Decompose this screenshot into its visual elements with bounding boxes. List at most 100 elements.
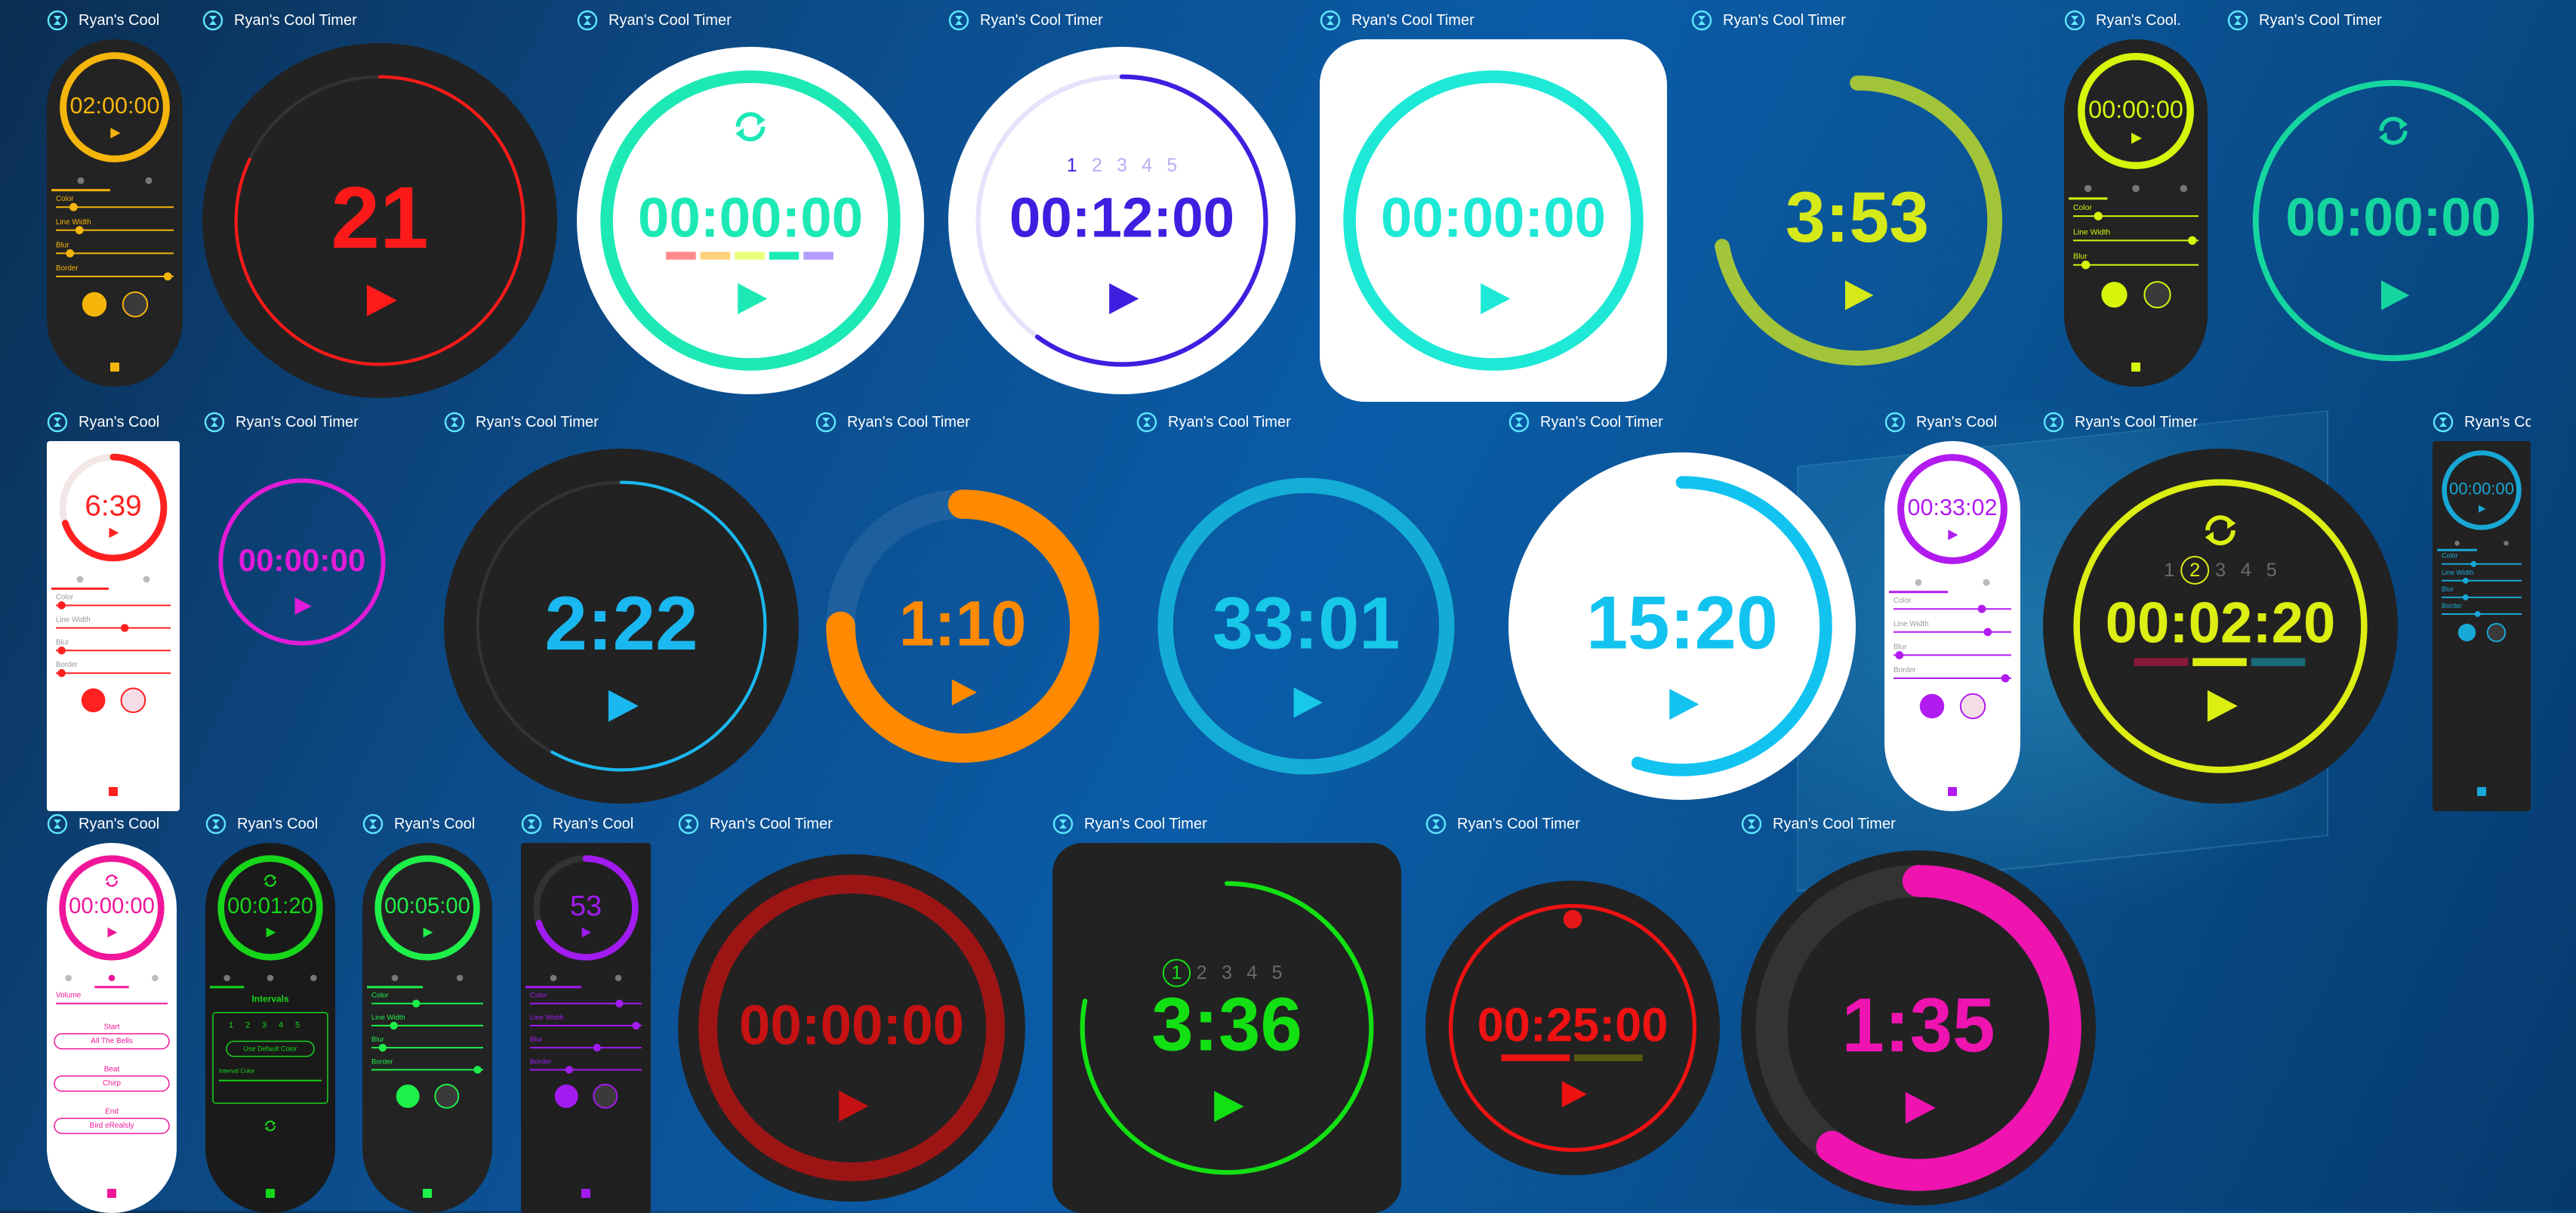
timer-face[interactable]: 00:33:02 Color Line Width Blur Border — [1884, 441, 2020, 811]
contrast-button[interactable] — [2143, 281, 2171, 309]
slider-thumb[interactable] — [593, 1044, 601, 1052]
timer-face[interactable]: 00:00:00 — [577, 39, 924, 402]
slider-thumb[interactable] — [390, 1021, 398, 1030]
tab-volume-icon[interactable] — [143, 576, 150, 583]
play-button[interactable] — [1844, 280, 1874, 310]
timer-face[interactable]: 00:00:00 — [1320, 39, 1667, 402]
window-title-bar[interactable]: Ryan's Cool — [2433, 411, 2531, 434]
tab-volume-icon[interactable] — [2504, 540, 2509, 546]
timer-window[interactable]: Ryan's Cool 00:00:00 Volume Start All The Be… — [47, 813, 177, 1213]
timer-face[interactable]: 1 2 3 4 5 3:36 — [1052, 843, 1401, 1213]
tab-palette-icon[interactable] — [65, 974, 72, 982]
timer-window[interactable]: Ryan's Cool Timer 00:00:00 — [2227, 9, 2559, 402]
window-title-bar[interactable]: Ryan's Cool Timer — [444, 411, 799, 434]
interval-step[interactable]: 3 — [1117, 156, 1127, 176]
window-title-bar[interactable]: Ryan's Cool. — [2064, 9, 2208, 32]
interval-step[interactable]: 4 — [279, 1021, 283, 1030]
timer-window[interactable]: Ryan's Cool Timer 2:22 — [444, 411, 799, 811]
timer-face[interactable]: 00:01:20 Intervals 1 2 3 4 5 Use Default Color I… — [205, 843, 335, 1213]
slider-thumb[interactable] — [66, 249, 75, 258]
slider-thumb[interactable] — [57, 601, 66, 610]
tab-palette-icon[interactable] — [2084, 184, 2092, 193]
interval-step[interactable]: 4 — [1246, 962, 1257, 983]
window-title-bar[interactable]: Ryan's Cool Timer — [1508, 411, 1856, 434]
interval-step[interactable]: 2 — [245, 1021, 250, 1030]
tab-hourglass-icon[interactable] — [310, 974, 317, 982]
timer-window[interactable]: Ryan's Cool Timer 00:00:00 — [1320, 9, 1667, 402]
timer-window[interactable]: Ryan's Cool 6:39 Color Line Width Blur Border — [47, 411, 180, 811]
window-title-bar[interactable]: Ryan's Cool — [47, 813, 177, 835]
slider-thumb[interactable] — [75, 226, 84, 235]
save-icon[interactable] — [2477, 787, 2486, 796]
save-icon[interactable] — [1948, 787, 1957, 796]
timer-face[interactable]: 00:00:00 — [678, 843, 1025, 1213]
window-title-bar[interactable]: Ryan's Cool Timer — [1136, 411, 1476, 434]
slider-thumb[interactable] — [2001, 674, 2010, 683]
timer-face[interactable]: 1:35 — [1741, 843, 2096, 1213]
timer-face[interactable]: 00:00:00 Volume Start All The Bells Beat Chir… — [47, 843, 177, 1213]
theme-color-button[interactable] — [81, 688, 106, 713]
timer-face[interactable]: 2:22 — [444, 441, 799, 811]
theme-color-button[interactable] — [2457, 623, 2476, 642]
save-icon[interactable] — [110, 363, 119, 372]
timer-window[interactable]: Ryan's Cool 00:33:02 Color Line Width Blur Bo… — [1884, 411, 2020, 811]
timer-face[interactable]: 33:01 — [1136, 441, 1476, 811]
timer-face[interactable]: 00:00:00 — [2227, 39, 2559, 402]
interval-step[interactable]: 2 — [2189, 560, 2200, 581]
timer-window[interactable]: Ryan's Cool Timer 1 2 3 4 5 00:12:00 — [948, 9, 1296, 402]
play-button[interactable] — [1293, 687, 1323, 718]
interval-step[interactable]: 5 — [2266, 560, 2277, 581]
interval-step[interactable]: 1 — [1067, 156, 1077, 176]
window-title-bar[interactable]: Ryan's Cool Timer — [815, 411, 1110, 434]
slider-thumb[interactable] — [57, 647, 66, 655]
interval-step[interactable]: 3 — [2215, 560, 2226, 581]
timer-window[interactable]: Ryan's Cool 53 Color Line Width Blur Border — [521, 813, 651, 1213]
interval-step[interactable]: 2 — [1092, 156, 1102, 176]
timer-window[interactable]: Ryan's Cool Timer 15:20 — [1508, 411, 1856, 811]
timer-face[interactable]: 00:00:00 Color Line Width Blur Border — [2433, 441, 2531, 811]
tab-palette-icon[interactable] — [391, 974, 399, 982]
timer-window[interactable]: Ryan's Cool Timer 33:01 — [1136, 411, 1476, 811]
interval-step[interactable]: 3 — [1222, 962, 1232, 983]
timer-window[interactable]: Ryan's Cool Timer 1 2 3 4 5 3:36 — [1052, 813, 1401, 1213]
theme-color-button[interactable] — [1919, 693, 1945, 719]
theme-color-button[interactable] — [82, 292, 107, 317]
window-title-bar[interactable]: Ryan's Cool Timer — [2227, 9, 2559, 32]
window-title-bar[interactable]: Ryan's Cool Timer — [204, 411, 400, 434]
tab-volume-icon[interactable] — [145, 177, 153, 184]
slider-thumb[interactable] — [1983, 628, 1992, 637]
interval-step[interactable]: 4 — [2241, 560, 2251, 581]
window-title-bar[interactable]: Ryan's Cool Timer — [678, 813, 1025, 835]
timer-window[interactable]: Ryan's Cool. 00:00:00 Color Line Width Blur — [2064, 9, 2208, 387]
timer-window[interactable]: Ryan's Cool 00:05:00 Color Line Width Blur Bo… — [362, 813, 492, 1213]
window-title-bar[interactable]: Ryan's Cool Timer — [1320, 9, 1667, 32]
tab-palette-icon[interactable] — [2454, 540, 2460, 546]
window-title-bar[interactable]: Ryan's Cool — [47, 411, 180, 434]
tab-volume-icon[interactable] — [108, 974, 116, 982]
save-icon[interactable] — [2131, 363, 2140, 372]
window-title-bar[interactable]: Ryan's Cool — [205, 813, 335, 835]
interval-step[interactable]: 5 — [1272, 962, 1283, 983]
interval-step[interactable]: 3 — [262, 1021, 267, 1030]
slider-thumb[interactable] — [2081, 261, 2091, 270]
timer-face[interactable]: 53 Color Line Width Blur Border — [521, 843, 651, 1213]
window-title-bar[interactable]: Ryan's Cool — [1884, 411, 2020, 434]
slider-thumb[interactable] — [163, 272, 172, 281]
interval-step[interactable]: 5 — [295, 1021, 300, 1030]
refresh-icon[interactable] — [2378, 116, 2408, 145]
tab-volume-icon[interactable] — [456, 974, 464, 982]
interval-step[interactable]: 4 — [1142, 156, 1152, 176]
timer-window[interactable]: Ryan's Cool 02:00:00 Color Line Width Blur Bo… — [47, 9, 183, 387]
tab-hourglass-icon[interactable] — [2180, 184, 2188, 193]
theme-color-button[interactable] — [554, 1084, 578, 1108]
timer-face[interactable]: 1 2 3 4 5 00:12:00 — [948, 39, 1296, 402]
window-title-bar[interactable]: Ryan's Cool Timer — [1052, 813, 1401, 835]
play-button[interactable] — [294, 597, 312, 616]
slider-thumb[interactable] — [1977, 604, 1986, 613]
tab-volume-icon[interactable] — [2132, 184, 2140, 193]
window-title-bar[interactable]: Ryan's Cool Timer — [1425, 813, 1720, 835]
play-button[interactable] — [2380, 280, 2410, 310]
tab-palette-icon[interactable] — [550, 974, 557, 982]
slider-thumb[interactable] — [120, 624, 129, 632]
tab-hourglass-icon[interactable] — [152, 974, 159, 982]
